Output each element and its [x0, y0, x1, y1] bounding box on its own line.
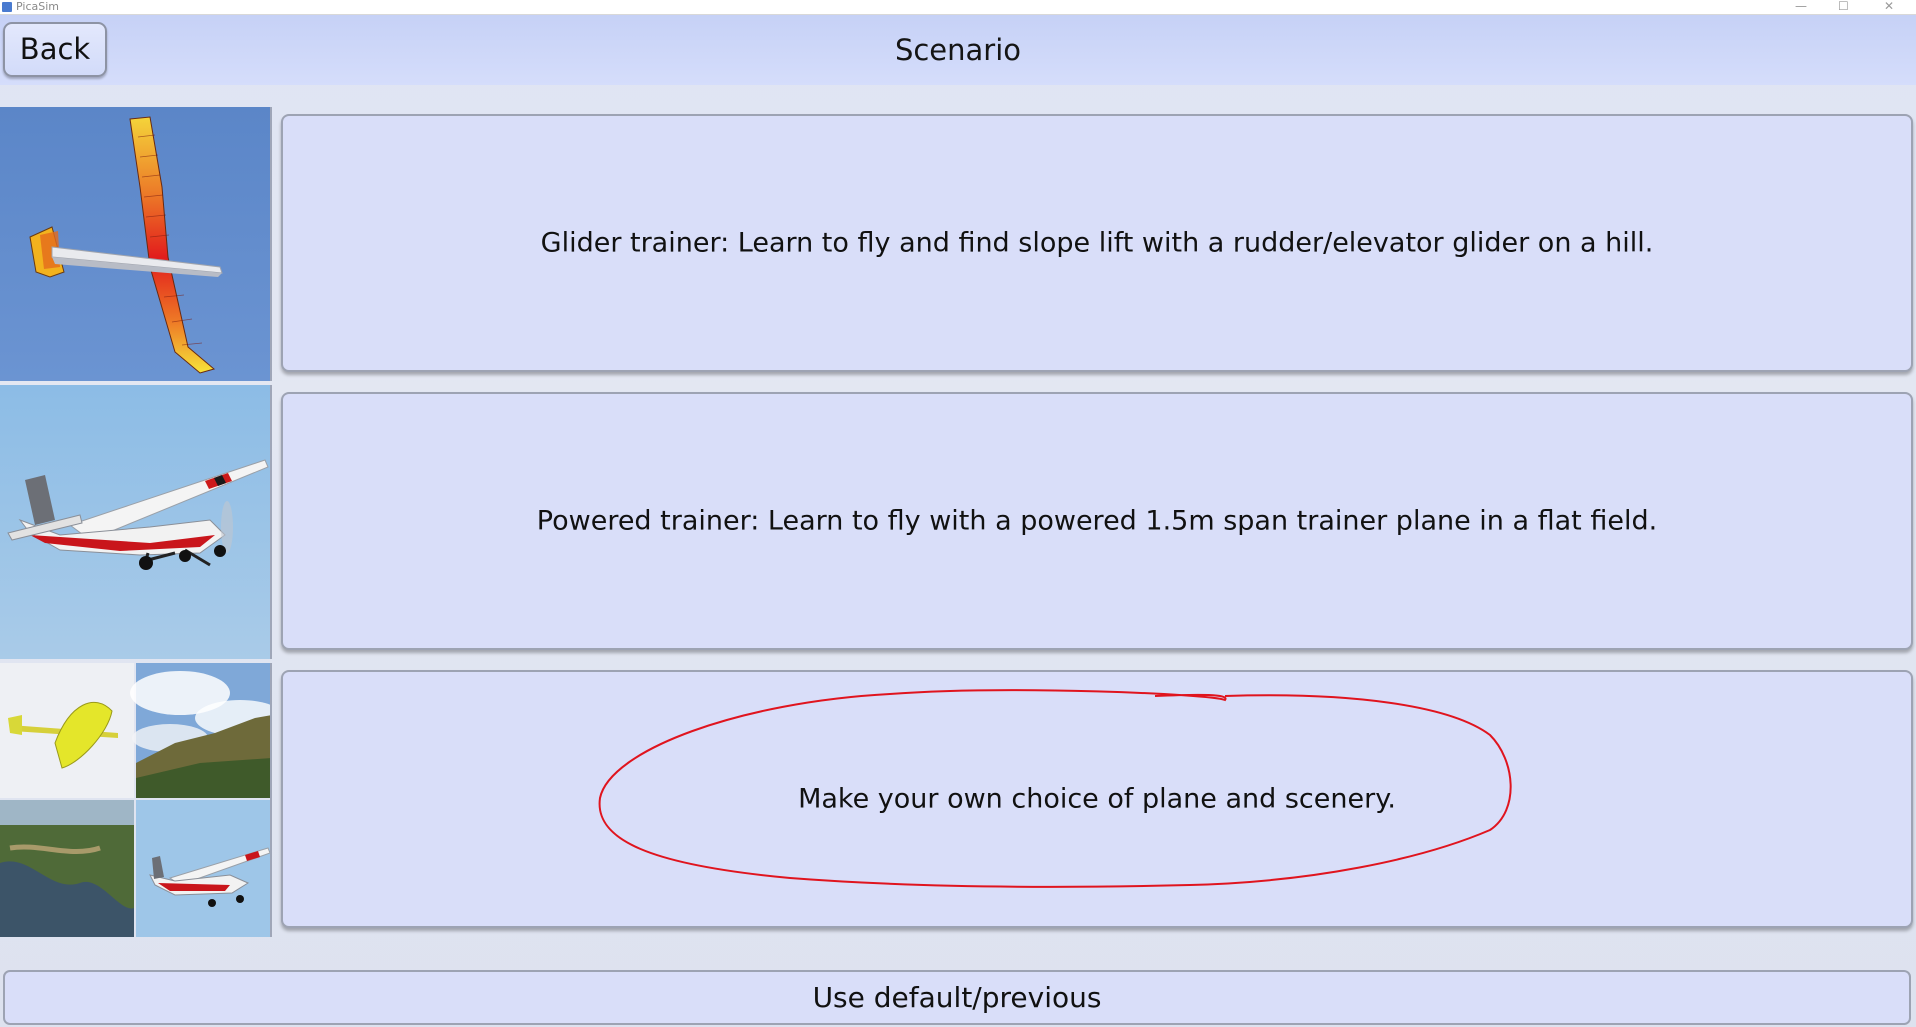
- back-button[interactable]: Back: [3, 22, 107, 77]
- header-bar: Scenario: [0, 15, 1916, 85]
- annotation-ellipse: [598, 689, 1512, 888]
- page-title: Scenario: [894, 33, 1022, 67]
- close-icon[interactable]: ✕: [1884, 0, 1894, 13]
- glider-trainer-button[interactable]: Glider trainer: Learn to fly and find sl…: [281, 114, 1913, 372]
- powered-trainer-button[interactable]: Powered trainer: Learn to fly with a pow…: [281, 392, 1913, 650]
- powered-trainer-label: Powered trainer: Learn to fly with a pow…: [536, 505, 1658, 537]
- custom-choice-collage[interactable]: [0, 663, 272, 937]
- minimize-icon[interactable]: —: [1795, 0, 1807, 13]
- app-icon: [2, 2, 12, 12]
- powered-plane-image[interactable]: [0, 385, 272, 659]
- maximize-icon[interactable]: ☐: [1838, 0, 1849, 13]
- use-default-button[interactable]: Use default/previous: [3, 970, 1911, 1025]
- glider-trainer-label: Glider trainer: Learn to fly and find sl…: [540, 227, 1654, 259]
- window-title: PicaSim: [16, 0, 59, 13]
- glider-plane-image[interactable]: [0, 107, 272, 381]
- window-titlebar: PicaSim — ☐ ✕: [0, 0, 1916, 15]
